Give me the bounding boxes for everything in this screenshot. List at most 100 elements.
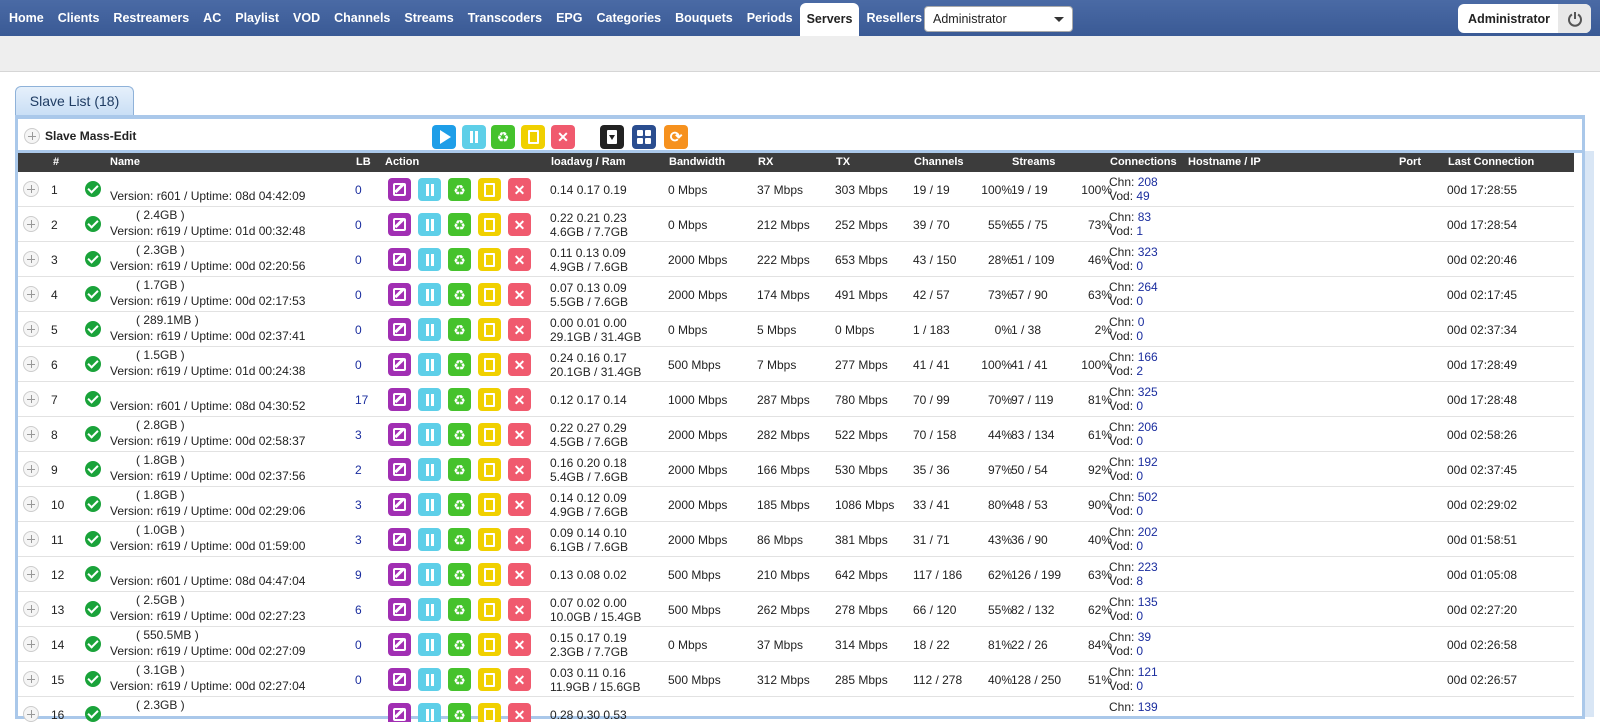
delete-button[interactable]: ✕ (508, 318, 531, 341)
restart-button[interactable]: ♻ (448, 423, 471, 446)
edit-button[interactable] (388, 633, 411, 656)
edit-button[interactable] (388, 353, 411, 376)
nav-item-playlist[interactable]: Playlist (228, 0, 286, 36)
edit-button[interactable] (388, 458, 411, 481)
delete-button[interactable]: ✕ (508, 668, 531, 691)
mass-start-button[interactable] (432, 125, 456, 149)
edit-button[interactable] (388, 668, 411, 691)
edit-button[interactable] (388, 528, 411, 551)
restart-button[interactable]: ♻ (448, 283, 471, 306)
row-expand-icon[interactable] (23, 286, 39, 302)
delete-button[interactable]: ✕ (508, 528, 531, 551)
row-expand-icon[interactable] (23, 461, 39, 477)
nav-item-clients[interactable]: Clients (51, 0, 107, 36)
edit-button[interactable] (388, 563, 411, 586)
pause-button[interactable] (418, 563, 441, 586)
mass-delete-button[interactable]: ✕ (551, 125, 575, 149)
pause-button[interactable] (418, 703, 441, 722)
role-select[interactable]: Administrator (924, 6, 1073, 32)
nav-item-ac[interactable]: AC (196, 0, 228, 36)
restart-button[interactable]: ♻ (448, 318, 471, 341)
nav-item-periods[interactable]: Periods (740, 0, 800, 36)
edit-button[interactable] (388, 703, 411, 722)
nav-item-home[interactable]: Home (2, 0, 51, 36)
delete-button[interactable]: ✕ (508, 493, 531, 516)
edit-button[interactable] (388, 213, 411, 236)
log-button[interactable] (478, 493, 501, 516)
delete-button[interactable]: ✕ (508, 353, 531, 376)
delete-button[interactable]: ✕ (508, 563, 531, 586)
mass-log-button[interactable] (521, 125, 545, 149)
pause-button[interactable] (418, 633, 441, 656)
log-button[interactable] (478, 633, 501, 656)
edit-button[interactable] (388, 318, 411, 341)
mass-pause-button[interactable] (462, 125, 486, 149)
log-button[interactable] (478, 528, 501, 551)
pause-button[interactable] (418, 423, 441, 446)
restart-button[interactable]: ♻ (448, 633, 471, 656)
edit-button[interactable] (388, 283, 411, 306)
expand-icon[interactable] (24, 128, 40, 144)
tab-slave-list[interactable]: Slave List (18) (15, 86, 134, 116)
delete-button[interactable]: ✕ (508, 178, 531, 201)
log-button[interactable] (478, 423, 501, 446)
mass-download-button[interactable] (600, 125, 624, 149)
nav-item-transcoders[interactable]: Transcoders (461, 0, 549, 36)
row-expand-icon[interactable] (23, 566, 39, 582)
restart-button[interactable]: ♻ (448, 248, 471, 271)
row-expand-icon[interactable] (23, 216, 39, 232)
row-expand-icon[interactable] (23, 391, 39, 407)
nav-item-servers[interactable]: Servers (799, 3, 860, 36)
delete-button[interactable]: ✕ (508, 388, 531, 411)
pause-button[interactable] (418, 668, 441, 691)
delete-button[interactable]: ✕ (508, 703, 531, 722)
row-expand-icon[interactable] (23, 636, 39, 652)
restart-button[interactable]: ♻ (448, 178, 471, 201)
nav-item-resellers[interactable]: Resellers (859, 0, 929, 36)
log-button[interactable] (478, 353, 501, 376)
pause-button[interactable] (418, 528, 441, 551)
edit-button[interactable] (388, 423, 411, 446)
delete-button[interactable]: ✕ (508, 458, 531, 481)
log-button[interactable] (478, 563, 501, 586)
scrollbar[interactable] (1584, 151, 1594, 717)
pause-button[interactable] (418, 318, 441, 341)
restart-button[interactable]: ♻ (448, 458, 471, 481)
log-button[interactable] (478, 318, 501, 341)
row-expand-icon[interactable] (23, 496, 39, 512)
row-expand-icon[interactable] (23, 181, 39, 197)
delete-button[interactable]: ✕ (508, 598, 531, 621)
pause-button[interactable] (418, 283, 441, 306)
restart-button[interactable]: ♻ (448, 703, 471, 722)
delete-button[interactable]: ✕ (508, 423, 531, 446)
pause-button[interactable] (418, 178, 441, 201)
log-button[interactable] (478, 458, 501, 481)
edit-button[interactable] (388, 388, 411, 411)
row-expand-icon[interactable] (23, 531, 39, 547)
nav-item-vod[interactable]: VOD (286, 0, 327, 36)
restart-button[interactable]: ♻ (448, 388, 471, 411)
delete-button[interactable]: ✕ (508, 633, 531, 656)
row-expand-icon[interactable] (23, 321, 39, 337)
row-expand-icon[interactable] (23, 706, 39, 722)
log-button[interactable] (478, 213, 501, 236)
delete-button[interactable]: ✕ (508, 248, 531, 271)
pause-button[interactable] (418, 353, 441, 376)
restart-button[interactable]: ♻ (448, 528, 471, 551)
row-expand-icon[interactable] (23, 671, 39, 687)
restart-button[interactable]: ♻ (448, 353, 471, 376)
nav-item-categories[interactable]: Categories (589, 0, 668, 36)
log-button[interactable] (478, 388, 501, 411)
nav-item-channels[interactable]: Channels (327, 0, 397, 36)
power-icon[interactable] (1558, 4, 1591, 33)
delete-button[interactable]: ✕ (508, 283, 531, 306)
restart-button[interactable]: ♻ (448, 213, 471, 236)
row-expand-icon[interactable] (23, 251, 39, 267)
mass-restart-button[interactable]: ♻ (491, 125, 515, 149)
restart-button[interactable]: ♻ (448, 668, 471, 691)
restart-button[interactable]: ♻ (448, 598, 471, 621)
log-button[interactable] (478, 598, 501, 621)
mass-grid-button[interactable] (632, 125, 656, 149)
pause-button[interactable] (418, 388, 441, 411)
log-button[interactable] (478, 668, 501, 691)
